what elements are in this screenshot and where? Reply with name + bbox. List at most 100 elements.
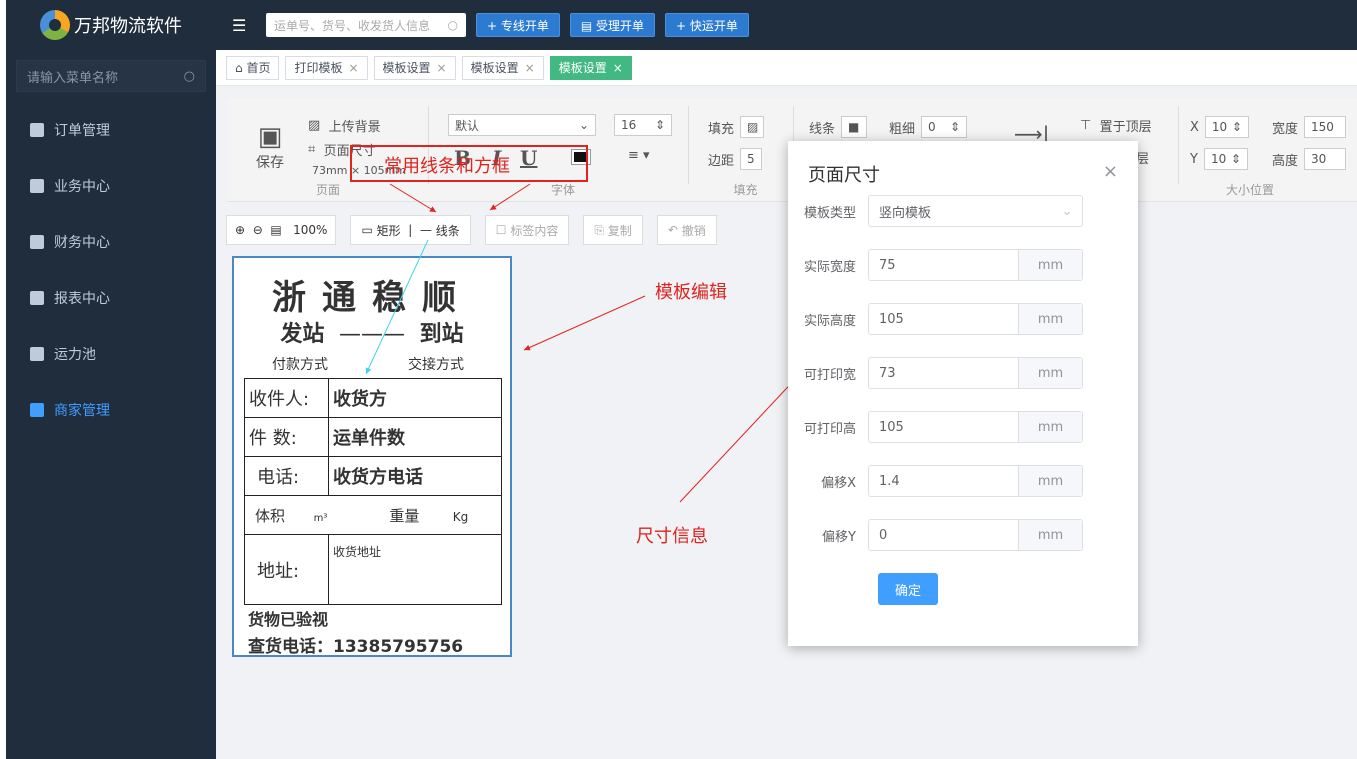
close-icon[interactable]: × [525, 61, 535, 75]
template-type-select[interactable]: 竖向模板 ⌄ [868, 195, 1083, 227]
printable-height-row: 可打印高 105 mm [788, 411, 1138, 443]
bring-to-top-button[interactable]: ⊤ 置于顶层 [1080, 116, 1152, 135]
printable-width-input[interactable]: 73 mm [868, 357, 1083, 389]
volume-label[interactable]: 体积 [255, 507, 285, 525]
pay-method[interactable]: 付款方式 [272, 354, 328, 374]
label-table: 收件人: 收货方 件 数: 运单件数 电话: 收货方电话 体积 m³ 重量 Kg 地址… [244, 378, 502, 605]
height-stepper[interactable]: 高度 30 [1272, 148, 1347, 170]
tab-template-settings-3[interactable]: 模板设置 × [549, 55, 632, 80]
line-order-button[interactable]: + 专线开单 [476, 13, 560, 37]
undo-icon: ↶ [667, 223, 682, 237]
search-icon[interactable]: ○ [184, 69, 195, 84]
network-icon [30, 347, 44, 361]
pieces-value[interactable]: 运单件数 [328, 417, 502, 457]
close-icon[interactable]: × [1103, 161, 1118, 182]
menu-search-input[interactable]: 请输入菜单名称 ○ [16, 60, 206, 92]
handover-method[interactable]: 交接方式 [408, 354, 464, 374]
printable-width-row: 可打印宽 73 mm [788, 357, 1138, 389]
pieces-label[interactable]: 件 数: [244, 417, 329, 457]
table-row: 件 数: 运单件数 [244, 417, 502, 457]
image-icon: ▨ [308, 118, 329, 133]
margin-field[interactable]: 边距 5 [708, 148, 762, 170]
receiver-value[interactable]: 收货方 [328, 378, 502, 418]
template-canvas[interactable]: 浙通稳顺 发站 ——— 到站 付款方式 交接方式 收件人: 收货方 件 数: 运单件… [232, 256, 512, 657]
divider [1178, 106, 1179, 184]
divider [688, 106, 689, 184]
accept-order-button[interactable]: ▤ 受理开单 [569, 13, 656, 37]
logo-icon [40, 10, 70, 40]
table-row: 收件人: 收货方 [244, 378, 502, 418]
fill-icon: ▨ [740, 116, 765, 138]
upload-background-button[interactable]: ▨ 上传背景 [308, 116, 381, 135]
close-icon[interactable]: × [348, 61, 358, 75]
zoom-level: 100% [293, 223, 328, 237]
table-row: 电话: 收货方电话 [244, 456, 502, 496]
actual-width-input[interactable]: 75 mm [868, 249, 1083, 281]
tabs-bar: ⌂ 首页 打印模板 × 模板设置 × 模板设置 × 模板设置 × [216, 50, 1357, 86]
fill-group: 填充 ▨ 边距 5 填充 [698, 98, 793, 202]
fill-button[interactable]: 填充 ▨ [708, 116, 765, 138]
copy-button[interactable]: ⎘ 复制 [583, 215, 643, 245]
actual-height-row: 实际高度 105 mm [788, 303, 1138, 335]
tab-template-settings-2[interactable]: 模板设置 × [461, 55, 544, 80]
dialog-title: 页面尺寸 [808, 165, 880, 186]
app-logo[interactable]: 万邦物流软件 [6, 10, 216, 40]
sidebar-item-capacity[interactable]: 运力池 [6, 326, 216, 382]
line-color-button[interactable]: 线条 ■ [809, 116, 868, 138]
close-icon[interactable]: × [437, 61, 447, 75]
label-content-button[interactable]: ☐ 标签内容 [484, 215, 570, 245]
phone-label[interactable]: 电话: [244, 456, 329, 496]
chevron-down-icon: ⌄ [578, 118, 589, 132]
document-icon [30, 123, 44, 137]
page-size-dialog: 页面尺寸 × 模板类型 竖向模板 ⌄ 实际宽度 75 mm 实际高度 105 mm 可… [788, 141, 1138, 646]
zoom-out-icon[interactable]: ⊖ [253, 223, 271, 237]
from-station[interactable]: 发站 [280, 322, 324, 347]
tab-home[interactable]: ⌂ 首页 [226, 55, 280, 80]
sidebar-item-finance[interactable]: 财务中心 [6, 214, 216, 270]
menu-toggle-icon[interactable]: ☰ [232, 16, 252, 35]
address-value[interactable]: 收货地址 [328, 534, 502, 605]
top-bar: 万邦物流软件 ☰ 运单号、货号、收发货人信息 ○ + 专线开单 ▤ 受理开单 +… [6, 0, 1357, 50]
color-swatch-icon: ■ [841, 116, 868, 138]
search-icon[interactable]: ○ [448, 18, 458, 32]
sidebar-item-orders[interactable]: 订单管理 [6, 102, 216, 158]
home-icon: ⌂ [235, 60, 247, 75]
line-thickness-stepper[interactable]: 粗细 0 ⇕ [889, 116, 968, 138]
y-stepper[interactable]: Y 10 ⇕ [1190, 148, 1248, 170]
line-button[interactable]: 线条 [436, 222, 460, 239]
printable-height-input[interactable]: 105 mm [868, 411, 1083, 443]
font-size-stepper[interactable]: 16 ⇕ [608, 114, 672, 136]
print-icon[interactable]: ▤ [270, 223, 293, 237]
crop-icon: ⌗ [308, 142, 324, 157]
sidebar-item-merchants[interactable]: 商家管理 [6, 382, 216, 438]
chevron-down-icon: ⌄ [1061, 203, 1073, 219]
width-stepper[interactable]: 宽度 150 [1272, 116, 1347, 138]
zoom-in-icon[interactable]: ⊕ [235, 223, 253, 237]
money-icon [30, 235, 44, 249]
font-family-select[interactable]: 默认 ⌄ [448, 114, 596, 136]
global-search-input[interactable]: 运单号、货号、收发货人信息 ○ [266, 13, 466, 37]
to-station[interactable]: 到站 [420, 322, 464, 347]
sidebar-item-business[interactable]: 业务中心 [6, 158, 216, 214]
offset-y-input[interactable]: 0 mm [868, 519, 1083, 551]
save-button[interactable]: ▣ 保存 [256, 122, 284, 172]
rect-button[interactable]: ▭ 矩形 | — 线条 [350, 215, 471, 245]
x-stepper[interactable]: X 10 ⇕ [1190, 116, 1249, 138]
weight-label[interactable]: 重量 [389, 507, 419, 525]
address-label[interactable]: 地址: [244, 534, 329, 605]
express-order-button[interactable]: + 快运开单 [665, 13, 749, 37]
tab-print-template[interactable]: 打印模板 × [285, 55, 368, 80]
inspected-note[interactable]: 货物已验视 [248, 606, 328, 630]
inquiry-phone[interactable]: 查货电话：13385795756 [248, 632, 463, 657]
phone-value[interactable]: 收货方电话 [328, 456, 502, 496]
tab-template-settings-1[interactable]: 模板设置 × [373, 55, 456, 80]
align-button[interactable]: ≡ ▾ [628, 148, 650, 163]
offset-x-input[interactable]: 1.4 mm [868, 465, 1083, 497]
actual-height-input[interactable]: 105 mm [868, 303, 1083, 335]
close-icon[interactable]: × [613, 61, 623, 75]
confirm-button[interactable]: 确定 [878, 573, 938, 605]
sidebar-item-reports[interactable]: 报表中心 [6, 270, 216, 326]
receiver-label[interactable]: 收件人: [244, 378, 329, 418]
label-title[interactable]: 浙通稳顺 [234, 270, 510, 319]
undo-button[interactable]: ↶ 撤销 [656, 215, 717, 245]
